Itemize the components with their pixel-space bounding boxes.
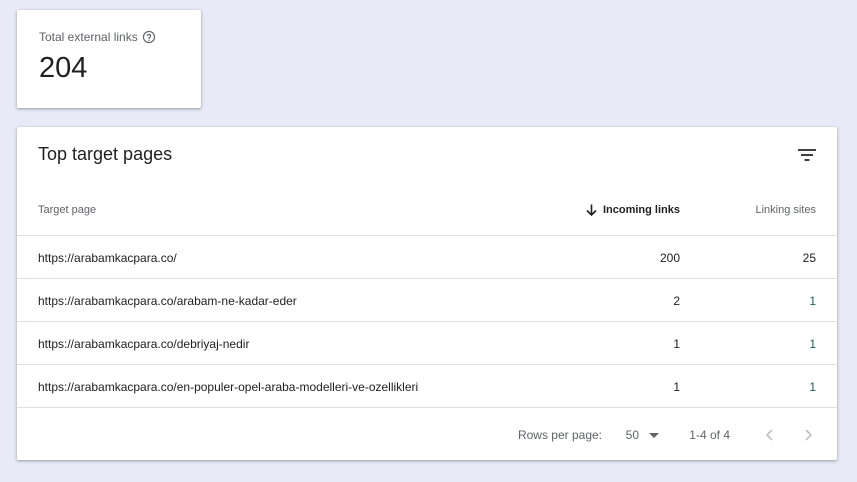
target-page-url: https://arabamkacpara.co/: [38, 251, 177, 265]
incoming-links-value: 200: [659, 251, 680, 265]
incoming-links-value: 2: [673, 294, 680, 308]
rows-per-page-label: Rows per page:: [517, 428, 602, 442]
chevron-left-icon[interactable]: [757, 423, 781, 447]
target-page-url: https://arabamkacpara.co/debriyaj-nedir: [38, 337, 250, 351]
header-linking-sites[interactable]: Linking sites: [755, 204, 816, 216]
help-icon[interactable]: [142, 30, 156, 44]
linking-sites-value: 25: [802, 251, 816, 265]
pagination: Rows per page: 50 1-4 of 4: [17, 409, 837, 460]
table-header: Target page Incoming links Linking sites: [17, 187, 837, 236]
filter-icon[interactable]: [795, 143, 819, 167]
rows-per-page-value: 50: [625, 428, 639, 442]
table-title: Top target pages: [38, 144, 173, 164]
linking-sites-value: 1: [809, 337, 816, 351]
table-row[interactable]: https://arabamkacpara.co/debriyaj-nedir …: [17, 322, 837, 365]
target-page-url: https://arabamkacpara.co/en-populer-opel…: [38, 380, 419, 394]
top-target-pages-card: Top target pages Target page Incoming li…: [17, 127, 837, 460]
target-page-url: https://arabamkacpara.co/arabam-ne-kadar…: [38, 294, 297, 308]
header-incoming-links-label: Incoming links: [602, 204, 680, 216]
linking-sites-value: 1: [809, 380, 816, 394]
page-range: 1-4 of 4: [689, 428, 730, 442]
table-row[interactable]: https://arabamkacpara.co/ 200 25: [17, 236, 837, 279]
stat-label-row: Total external links: [39, 30, 156, 44]
table-row[interactable]: https://arabamkacpara.co/en-populer-opel…: [17, 365, 837, 408]
arrow-down-icon: [586, 204, 597, 216]
rows-per-page-select[interactable]: 50: [626, 423, 659, 447]
linking-sites-value: 1: [809, 294, 816, 308]
header-incoming-links[interactable]: Incoming links: [586, 204, 680, 216]
stat-value: 204: [39, 52, 88, 84]
incoming-links-value: 1: [673, 337, 680, 351]
table-row[interactable]: https://arabamkacpara.co/arabam-ne-kadar…: [17, 279, 837, 322]
total-external-links-card: Total external links 204: [17, 10, 201, 108]
caret-down-icon: [649, 432, 659, 438]
header-target-page[interactable]: Target page: [38, 204, 96, 216]
incoming-links-value: 1: [673, 380, 680, 394]
stat-label: Total external links: [39, 30, 138, 44]
chevron-right-icon[interactable]: [797, 423, 821, 447]
